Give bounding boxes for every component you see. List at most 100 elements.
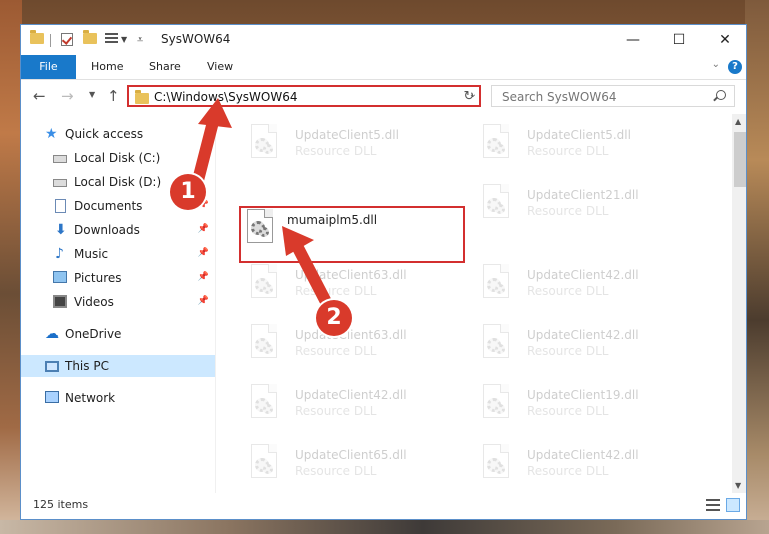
sidebar-item-downloads[interactable]: ⬇ Downloads 📌 [21, 219, 215, 241]
list-item[interactable]: UpdateClient42.dll Resource DLL [479, 322, 699, 372]
step-badge-1: 1 [170, 174, 206, 210]
scrollbar-thumb[interactable] [734, 132, 746, 187]
file-name: UpdateClient42.dll [527, 328, 639, 342]
search-box[interactable] [491, 85, 735, 107]
download-icon: ⬇ [55, 222, 67, 238]
forward-arrow-icon[interactable]: → [61, 87, 74, 105]
dll-file-icon [479, 324, 513, 366]
window-title: SysWOW64 [161, 32, 231, 46]
item-count: 125 items [33, 498, 89, 511]
large-icons-view-icon[interactable] [726, 498, 740, 512]
scroll-up-icon[interactable]: ▲ [735, 117, 741, 126]
sidebar-item-label: Documents [74, 199, 143, 213]
sidebar-item-videos[interactable]: Videos 📌 [21, 291, 215, 313]
list-item[interactable]: UpdateClient63.dll Resource DLL [247, 322, 467, 372]
search-icon[interactable] [716, 90, 726, 100]
dll-file-icon [247, 384, 281, 426]
sidebar-item-label: Music [74, 247, 109, 261]
pictures-icon [53, 271, 67, 283]
desktop-wallpaper-left [0, 0, 22, 534]
list-item[interactable]: UpdateClient5.dll Resource DLL [247, 122, 467, 172]
back-arrow-icon[interactable]: ← [33, 87, 46, 105]
file-list: UpdateClient5.dll Resource DLL UpdateCli… [217, 114, 732, 493]
tab-home[interactable]: Home [91, 55, 123, 79]
recent-locations-chevron-icon[interactable]: ▼ [89, 90, 95, 99]
sidebar-item-network[interactable]: Network [21, 387, 215, 409]
pin-icon[interactable]: 📌 [198, 272, 209, 282]
pin-icon[interactable]: 📌 [198, 248, 209, 258]
quick-access-toolbar-dropdown-icon[interactable]: ⩡ [137, 33, 143, 47]
tab-file[interactable]: File [21, 55, 76, 79]
new-folder-icon[interactable] [83, 30, 97, 44]
explorer-window: ▼ ⩡ SysWOW64 — ☐ ✕ File Home Share View … [20, 24, 747, 520]
list-item[interactable]: UpdateClient42.dll Resource DLL [479, 442, 699, 492]
refresh-icon[interactable]: ↻ [459, 87, 479, 107]
folder-icon [30, 30, 44, 44]
sidebar-item-local-disk-c[interactable]: Local Disk (C:) [21, 147, 215, 169]
list-item[interactable]: UpdateClient65.dll Resource DLL [247, 442, 467, 492]
sidebar-item-this-pc[interactable]: This PC [21, 355, 215, 377]
dll-file-icon [479, 184, 513, 226]
search-input[interactable] [500, 88, 704, 106]
list-item[interactable]: UpdateClient63.dll Resource DLL [247, 262, 467, 312]
file-name: UpdateClient19.dll [527, 388, 639, 402]
properties-check-icon[interactable] [61, 33, 73, 46]
vertical-scrollbar[interactable]: ▲ ▼ [732, 114, 746, 493]
up-arrow-icon[interactable]: ↑ [107, 87, 120, 105]
dll-file-icon [247, 444, 281, 486]
file-type: Resource DLL [527, 404, 609, 418]
sidebar-item-music[interactable]: ♪ Music 📌 [21, 243, 215, 265]
chevron-down-icon[interactable]: ▼ [121, 35, 127, 44]
status-bar: 125 items [21, 493, 746, 519]
details-view-icon[interactable] [706, 499, 720, 511]
drive-icon [53, 155, 67, 163]
maximize-button[interactable]: ☐ [656, 25, 702, 55]
scroll-down-icon[interactable]: ▼ [735, 481, 741, 490]
ribbon-tabs: File Home Share View ⌄ ? [21, 55, 746, 80]
dll-file-icon [247, 124, 281, 166]
file-name: UpdateClient5.dll [295, 128, 399, 142]
address-path: C:\Windows\SysWOW64 [154, 90, 298, 104]
computer-icon [45, 361, 59, 372]
tab-share[interactable]: Share [149, 55, 181, 79]
file-name: UpdateClient42.dll [527, 448, 639, 462]
pane-divider[interactable] [215, 121, 216, 493]
customize-toolbar-icon[interactable] [105, 33, 118, 45]
list-item[interactable]: UpdateClient42.dll Resource DLL [479, 262, 699, 312]
pin-icon[interactable]: 📌 [198, 296, 209, 306]
sidebar-item-label: Quick access [65, 127, 144, 141]
sidebar-item-label: OneDrive [65, 327, 122, 341]
file-type: Resource DLL [295, 404, 377, 418]
dll-file-icon [479, 444, 513, 486]
sidebar-item-quick-access[interactable]: ★ Quick access [21, 123, 215, 145]
dll-file-icon [479, 264, 513, 306]
sidebar-item-onedrive[interactable]: ☁ OneDrive [21, 323, 215, 345]
close-button[interactable]: ✕ [702, 25, 746, 55]
file-type: Resource DLL [295, 284, 377, 298]
star-icon: ★ [45, 126, 58, 142]
list-item[interactable]: UpdateClient5.dll Resource DLL [479, 122, 699, 172]
file-name: UpdateClient42.dll [527, 268, 639, 282]
minimize-button[interactable]: — [610, 25, 656, 55]
file-type: Resource DLL [527, 344, 609, 358]
sidebar-item-label: Pictures [74, 271, 122, 285]
file-name: UpdateClient63.dll [295, 328, 407, 342]
file-name: UpdateClient63.dll [295, 268, 407, 282]
list-item[interactable]: UpdateClient21.dll Resource DLL [479, 182, 699, 232]
list-item[interactable]: UpdateClient42.dll Resource DLL [247, 382, 467, 432]
title-separator [50, 34, 51, 47]
file-type: Resource DLL [527, 284, 609, 298]
list-item[interactable]: UpdateClient19.dll Resource DLL [479, 382, 699, 432]
sidebar-item-label: Network [65, 391, 116, 405]
tab-view[interactable]: View [207, 55, 233, 79]
expand-ribbon-chevron-icon[interactable]: ⌄ [712, 59, 720, 70]
help-icon[interactable]: ? [728, 60, 742, 74]
address-bar[interactable]: C:\Windows\SysWOW64 ⌄ [127, 85, 481, 107]
documents-icon [55, 199, 66, 213]
sidebar-item-pictures[interactable]: Pictures 📌 [21, 267, 215, 289]
pin-icon[interactable]: 📌 [198, 224, 209, 234]
dll-file-icon [479, 384, 513, 426]
file-type: Resource DLL [527, 204, 609, 218]
sidebar-item-label: Videos [74, 295, 114, 309]
file-name: UpdateClient5.dll [527, 128, 631, 142]
